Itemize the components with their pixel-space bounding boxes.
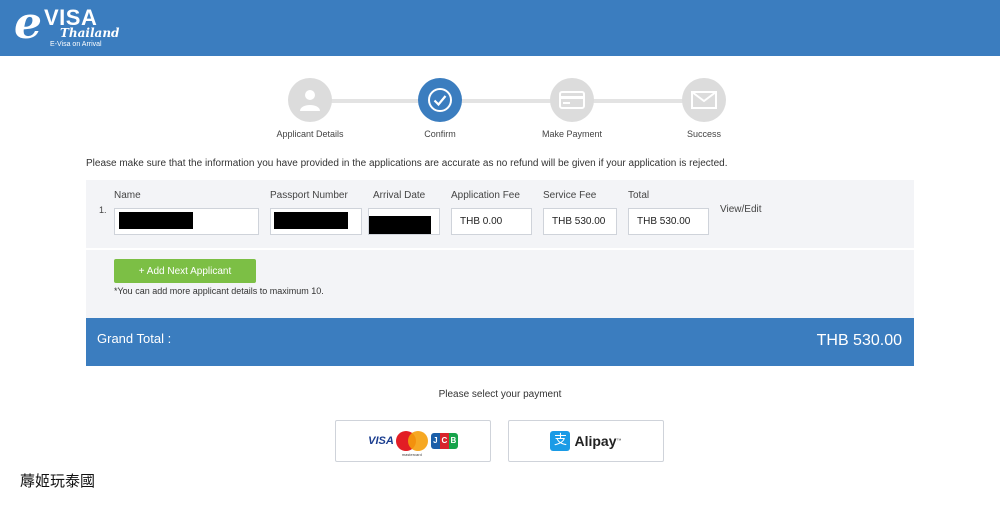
- col-header-passport: Passport Number: [270, 190, 348, 201]
- credit-card-icon: [550, 78, 594, 122]
- redacted-name: [119, 212, 193, 229]
- alipay-trademark: ™: [616, 438, 622, 444]
- payment-prompt: Please select your payment: [438, 389, 562, 400]
- step-success: Success: [654, 78, 754, 139]
- jcb-logo: J C B: [430, 433, 458, 449]
- add-next-applicant-button[interactable]: + Add Next Applicant: [114, 259, 256, 283]
- step-label: Make Payment: [541, 129, 603, 139]
- alipay-payment-button[interactable]: 支 Alipay ™: [508, 420, 664, 462]
- passport-number-field[interactable]: [270, 208, 362, 235]
- logo-subtitle: E-Visa on Arrival: [50, 41, 102, 48]
- mastercard-logo: mastercard: [395, 431, 428, 457]
- alipay-icon: 支: [550, 431, 571, 451]
- name-field[interactable]: [114, 208, 259, 235]
- application-fee-field: THB 0.00: [451, 208, 532, 235]
- accuracy-notice: Please make sure that the information yo…: [86, 158, 728, 169]
- logo-thailand-text: Thailand: [60, 26, 120, 40]
- stepper-line: [306, 99, 704, 103]
- arrival-date-field[interactable]: [368, 208, 440, 235]
- total-field: THB 530.00: [628, 208, 709, 235]
- row-divider: [86, 248, 914, 250]
- caption-text: 蓐姬玩泰國: [20, 472, 96, 490]
- alipay-label: Alipay: [574, 433, 617, 449]
- col-header-total: Total: [628, 190, 650, 201]
- step-make-payment: Make Payment: [522, 78, 622, 139]
- user-icon: [288, 78, 332, 122]
- visa-logo: VISA: [368, 435, 394, 447]
- progress-stepper: Applicant Details Confirm Make Payment S…: [260, 78, 740, 144]
- grand-total-label: Grand Total :: [97, 331, 172, 346]
- service-fee-field: THB 530.00: [543, 208, 617, 235]
- redacted-arrival-date: [369, 216, 431, 234]
- grand-total-bar: Grand Total : THB 530.00: [86, 318, 914, 366]
- applicant-panel: 1. Name Passport Number Arrival Date App…: [86, 180, 914, 318]
- evisa-thailand-logo[interactable]: e VISA Thailand E-Visa on Arrival: [14, 2, 124, 52]
- step-label: Confirm: [424, 129, 456, 139]
- check-circle-icon: [418, 78, 462, 122]
- col-header-application-fee: Application Fee: [451, 190, 520, 201]
- col-header-service-fee: Service Fee: [543, 190, 597, 201]
- step-label: Applicant Details: [276, 129, 344, 139]
- col-header-name: Name: [114, 190, 141, 201]
- grand-total-value: THB 530.00: [816, 332, 902, 349]
- top-header: e VISA Thailand E-Visa on Arrival: [0, 0, 1000, 56]
- card-payment-button[interactable]: VISA mastercard J C B: [335, 420, 491, 462]
- max-applicants-note: *You can add more applicant details to m…: [114, 286, 324, 296]
- logo-e-letter: e: [14, 0, 42, 49]
- view-edit-link[interactable]: View/Edit: [720, 204, 762, 215]
- envelope-icon: [682, 78, 726, 122]
- step-confirm: Confirm: [390, 78, 490, 139]
- col-header-arrival: Arrival Date: [373, 190, 426, 201]
- row-index: 1.: [99, 205, 107, 215]
- step-label: Success: [686, 129, 721, 139]
- step-applicant-details: Applicant Details: [260, 78, 360, 139]
- mastercard-label: mastercard: [401, 452, 422, 457]
- redacted-passport: [274, 212, 348, 229]
